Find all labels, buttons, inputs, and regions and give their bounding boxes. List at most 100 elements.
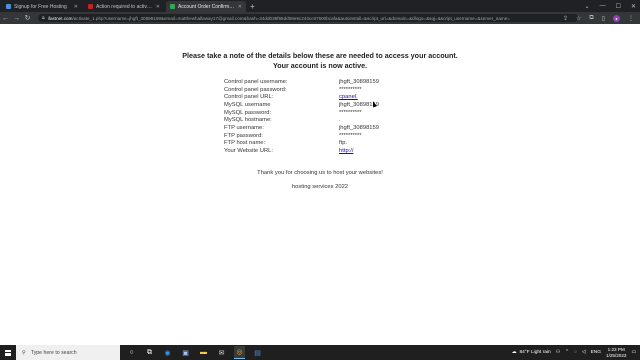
mail-icon[interactable]: ✉	[216, 346, 227, 359]
detail-row-cp-password: Control panel password: **********	[224, 86, 424, 94]
detail-value: jhgft_30898159	[339, 78, 379, 85]
url-text: ifastnet.com/activate_1.php?username=jhg…	[48, 16, 510, 21]
close-icon[interactable]: ✕	[156, 4, 160, 10]
heading-line-1: Please take a note of the details below …	[182, 51, 458, 60]
browser-toolbar: ← → ↻ 🔒︎ ifastnet.com/activate_1.php?use…	[0, 12, 640, 24]
new-tab-button[interactable]: +	[250, 1, 255, 12]
search-icon: ⚲	[22, 349, 26, 356]
people-icon[interactable]: ⚇	[556, 350, 560, 355]
detail-row-cp-username: Control panel username: jhgft_30898159	[224, 78, 424, 86]
store-icon[interactable]: ▣	[180, 346, 191, 359]
profile-avatar[interactable]: ●	[613, 14, 620, 22]
detail-label: Control panel password:	[224, 86, 287, 93]
settings-app-icon[interactable]: ▤	[252, 346, 263, 359]
gmail-icon	[88, 4, 93, 9]
weather-text: 84°F Light rain	[519, 350, 551, 355]
detail-label: MySQL password:	[224, 109, 272, 116]
task-view-icon[interactable]: ⧉	[144, 346, 155, 359]
website-link[interactable]: http://	[339, 148, 424, 154]
detail-label: FTP host name:	[224, 140, 266, 147]
tab-title: Signup for Free Hosting	[14, 3, 67, 10]
clock[interactable]: 1:23 PM 1/25/2023	[606, 347, 626, 358]
lock-icon[interactable]: 🔒︎	[42, 15, 45, 21]
chrome-icon[interactable]: ◎	[234, 346, 245, 359]
close-icon[interactable]: ✕	[238, 4, 242, 10]
account-details: Control panel username: jhgft_30898159 C…	[224, 78, 424, 155]
favicon-icon	[170, 4, 175, 9]
url-path: /activate_1.php?username=jhgft_30898159&…	[72, 15, 510, 21]
detail-row-ftp-username: FTP username: jhgft_30898159	[224, 124, 424, 132]
star-icon[interactable]: ☆	[576, 15, 581, 22]
clock-time: 1:23 PM	[607, 347, 625, 352]
page-content: Please take a note of the details below …	[0, 24, 640, 345]
tab-strip: Signup for Free Hosting ✕ Action require…	[0, 0, 640, 12]
back-icon[interactable]: ←	[0, 15, 11, 22]
detail-label: Your Website URL:	[224, 148, 273, 155]
taskbar: ⚲ Type here to search ○ ⧉ ◉ ▣ ▬ ✉ ◎ ▤ ☁ …	[0, 345, 640, 360]
footer-text: hosting services 2022	[291, 184, 349, 190]
detail-row-ftp-password: FTP password: **********	[224, 132, 424, 140]
weather-widget[interactable]: ☁ 84°F Light rain	[512, 350, 551, 355]
minimize-icon[interactable]: —	[600, 3, 606, 9]
reload-icon[interactable]: ↻	[22, 14, 33, 22]
detail-value: .	[339, 117, 341, 124]
maximize-icon[interactable]: ☐	[616, 3, 621, 10]
detail-label: FTP username:	[224, 124, 264, 131]
cloud-icon: ☁	[511, 350, 517, 355]
share-icon[interactable]: ⇪	[563, 15, 568, 22]
notifications-icon[interactable]: ▭	[631, 350, 636, 355]
detail-value: ftp.	[339, 140, 348, 147]
clock-date: 1/25/2023	[606, 352, 627, 358]
detail-value: **********	[339, 86, 362, 93]
detail-row-cp-url: Control panel URL: cpanel.	[224, 93, 424, 101]
detail-value: **********	[339, 109, 362, 116]
tab-title: Account Order Confirmation	[178, 3, 236, 10]
favicon-icon	[6, 4, 11, 9]
start-button[interactable]	[0, 345, 16, 360]
chevron-down-icon[interactable]: ⌄	[585, 3, 590, 10]
windows-logo-icon	[5, 349, 11, 356]
forward-icon[interactable]: →	[11, 15, 22, 22]
file-explorer-icon[interactable]: ▬	[198, 346, 209, 359]
address-bar[interactable]: 🔒︎ ifastnet.com/activate_1.php?username=…	[38, 14, 578, 22]
detail-row-mysql-hostname: MySQL hostname: .	[224, 116, 424, 124]
show-hidden-icons-icon[interactable]: ⌃	[565, 350, 569, 355]
detail-value: jhgft_30898159	[339, 124, 379, 131]
extensions-icon[interactable]: ⧉	[589, 15, 593, 22]
language-indicator[interactable]: ENG	[591, 350, 601, 355]
edge-icon[interactable]: ◉	[162, 346, 173, 359]
page-heading: Please take a note of the details below …	[0, 51, 640, 70]
detail-row-mysql-password: MySQL password: **********	[224, 109, 424, 117]
close-window-icon[interactable]: ✕	[631, 3, 636, 10]
detail-value: **********	[339, 132, 362, 139]
detail-row-mysql-username: MySQL username jhgft_30898159	[224, 101, 424, 109]
detail-label: Control panel username:	[224, 78, 288, 85]
window-controls: ⌄ — ☐ ✕	[585, 0, 636, 12]
tab-signup[interactable]: Signup for Free Hosting ✕	[2, 1, 82, 12]
menu-icon[interactable]: ⋮	[628, 15, 634, 22]
detail-value: jhgft_30898159	[339, 101, 379, 108]
toolbar-icons: ⇪ ☆ ⧉ ▯ ● ⋮	[563, 12, 634, 24]
cpanel-link[interactable]: cpanel.	[339, 94, 424, 100]
close-icon[interactable]: ✕	[74, 4, 78, 10]
thanks-text: Thank you for choosing us to host your w…	[257, 170, 383, 176]
url-host: ifastnet.com	[47, 15, 73, 21]
volume-icon[interactable]: ◁	[582, 350, 586, 355]
taskbar-apps: ○ ⧉ ◉ ▣ ▬ ✉ ◎ ▤	[126, 346, 263, 359]
sidebar-icon[interactable]: ▯	[602, 15, 605, 22]
cortana-icon[interactable]: ○	[126, 346, 137, 359]
detail-label: MySQL hostname:	[224, 117, 272, 124]
detail-label: Control panel URL:	[224, 94, 274, 101]
system-tray: ☁ 84°F Light rain ⚇ ⌃ ◌ ◁ ENG 1:23 PM 1/…	[512, 345, 636, 360]
tab-order-confirmation[interactable]: Account Order Confirmation ✕	[166, 1, 246, 12]
network-icon[interactable]: ◌	[574, 350, 577, 355]
heading-line-2: Your account is now active.	[272, 60, 368, 70]
tab-action-required[interactable]: Action required to activate host... ✕	[84, 1, 164, 12]
tab-title: Action required to activate host...	[96, 3, 154, 10]
detail-label: MySQL username	[224, 101, 271, 108]
taskbar-search[interactable]: ⚲ Type here to search	[16, 345, 120, 360]
search-placeholder: Type here to search	[30, 349, 77, 356]
detail-label: FTP password:	[224, 132, 263, 139]
detail-row-ftp-host: FTP host name: ftp.	[224, 140, 424, 148]
detail-row-website-url: Your Website URL: http://	[224, 147, 424, 155]
